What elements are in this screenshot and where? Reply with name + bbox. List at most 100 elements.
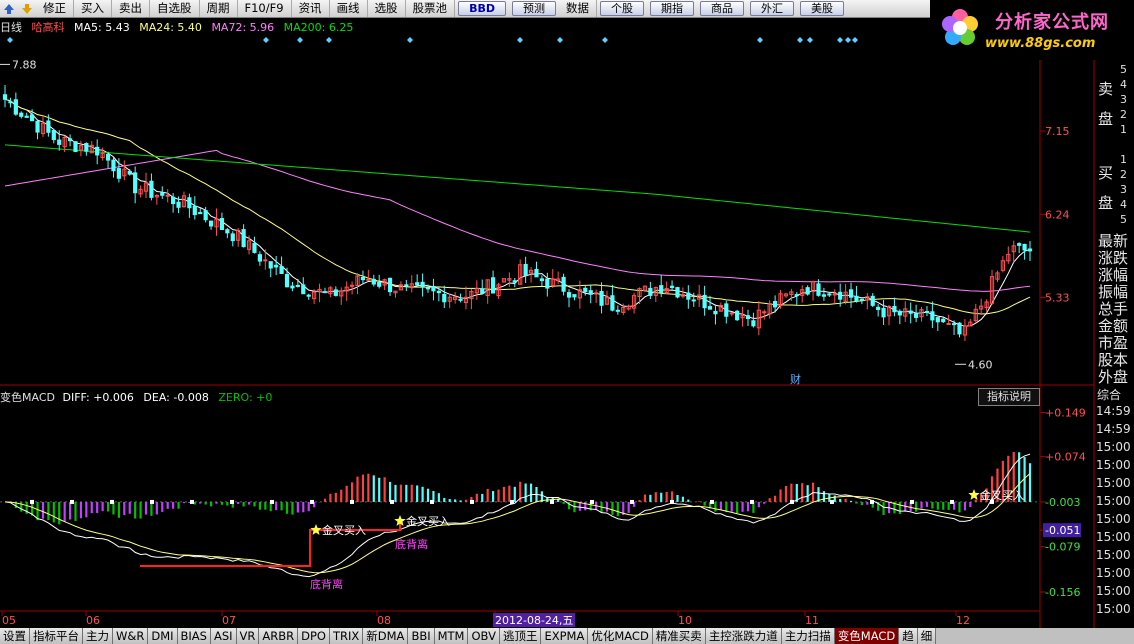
tab-5[interactable]: BIAS [177, 628, 211, 644]
toolbar-f10[interactable]: F10/F9 [238, 0, 292, 17]
candle-body [67, 138, 73, 142]
candle-body [534, 268, 539, 278]
candle-body [892, 305, 897, 313]
toolbar-sell[interactable]: 卖出 [112, 0, 150, 17]
toolbar-news[interactable]: 资讯 [292, 0, 330, 17]
tab-14[interactable]: OBV [468, 628, 500, 644]
candle-body [404, 284, 409, 287]
tab-20[interactable]: 主力扫描 [781, 628, 835, 644]
zero-dot [430, 499, 434, 504]
tab-8[interactable]: ARBR [259, 628, 299, 644]
tab-1[interactable]: 指标平台 [30, 628, 83, 644]
zero-dot [910, 499, 914, 504]
buy-level-2: 2 [1120, 168, 1127, 181]
candle-body [219, 218, 225, 230]
logo-url[interactable]: www.88gs.com [985, 36, 1095, 51]
candle-body [924, 310, 930, 313]
candle-body [268, 261, 273, 269]
sell-level-1: 1 [1120, 123, 1127, 136]
golden-cross-label: 金叉买入 [322, 523, 366, 537]
candle-body [377, 281, 382, 287]
tab-18[interactable]: 精准买卖 [652, 628, 706, 644]
zero-dot [150, 499, 154, 504]
candle-body [870, 295, 875, 306]
candle-body [881, 307, 886, 318]
sell-level-2: 2 [1120, 108, 1127, 121]
back-arrow-icon[interactable] [0, 0, 18, 17]
candle-body [512, 280, 517, 283]
tab-10[interactable]: TRIX [329, 628, 364, 644]
tab-22[interactable]: 趋 [899, 628, 918, 644]
tab-7[interactable]: VR [236, 628, 260, 644]
tick-time: 15:00 [1096, 530, 1131, 544]
tab-4[interactable]: DMI [148, 628, 178, 644]
dea-value: DEA: -0.008 [143, 391, 209, 404]
tab-19[interactable]: 主控涨跌力道 [705, 628, 782, 644]
buy-level-3: 3 [1120, 183, 1127, 196]
candle-body [827, 293, 832, 296]
toolbar-screener[interactable]: 选股 [368, 0, 406, 17]
stock-button[interactable]: 个股 [599, 1, 644, 16]
forecast-button[interactable]: 预测 [511, 1, 556, 16]
divergence-label: 底背离 [395, 537, 428, 551]
zero-dot [70, 499, 74, 504]
time-tick-label: 2012-08-24,五 [495, 614, 573, 627]
bbd-button[interactable]: BBD [458, 1, 506, 16]
candle-body [349, 284, 355, 287]
candle-body [46, 120, 51, 133]
dea-line [4, 473, 1031, 574]
stock-chart-app: 7.15 6.24 5.33 7.88 4.60 财 +0.149 +0.074 -0.003… [0, 0, 1134, 644]
candle-body [946, 322, 951, 325]
zero-dot [510, 499, 514, 504]
time-tick-label: 06 [86, 614, 100, 627]
indicator-name: 变色MACD [0, 391, 55, 404]
macd-lines [4, 453, 1031, 578]
tab-6[interactable]: ASI [210, 628, 237, 644]
ma72-line [4, 149, 1031, 292]
tab-15[interactable]: 逃顶王 [499, 628, 542, 644]
tab-0[interactable]: 设置 [0, 628, 30, 644]
chart-annotations: 金叉买入金叉买入金叉买入底背离底背离 [7, 37, 1024, 591]
tab-13[interactable]: MTM [434, 628, 469, 644]
tab-21[interactable]: 变色MACD [834, 628, 900, 644]
tick-time: 15:00 [1096, 440, 1131, 454]
event-diamond-icon [517, 37, 523, 43]
toolbar-draw[interactable]: 画线 [330, 0, 368, 17]
macd-tick-label: -0.079 [1045, 541, 1080, 554]
toolbar-fix[interactable]: 修正 [36, 0, 74, 17]
time-tick-label: 10 [678, 614, 692, 627]
tab-2[interactable]: 主力 [83, 628, 113, 644]
data-button[interactable]: 数据 [559, 0, 597, 17]
sell-level-5: 5 [1120, 63, 1127, 76]
forward-arrow-icon[interactable] [18, 0, 36, 17]
toolbar-stock-pool[interactable]: 股票池 [406, 0, 456, 17]
ma5-value: MA5: 5.43 [74, 21, 130, 34]
buy-level-1: 1 [1120, 153, 1127, 166]
tab-11[interactable]: 新DMA [363, 628, 409, 644]
golden-cross-label: 金叉买入 [406, 514, 450, 528]
us-stock-button[interactable]: 美股 [799, 1, 844, 16]
tab-16[interactable]: EXPMA [541, 628, 589, 644]
tab-17[interactable]: 优化MACD [588, 628, 653, 644]
tab-3[interactable]: W&R [113, 628, 149, 644]
candle-body [914, 313, 919, 318]
indicator-tab-bar: 设置 指标平台 主力 W&R DMI BIAS ASI VR ARBR DPO TRIX 新DMA BB… [0, 628, 1134, 644]
futures-button[interactable]: 期指 [649, 1, 694, 16]
tab-9[interactable]: DPO [298, 628, 330, 644]
toolbar-watchlist[interactable]: 自选股 [150, 0, 200, 17]
chart-canvas[interactable]: 7.15 6.24 5.33 7.88 4.60 财 +0.149 +0.074 -0.003… [0, 0, 1134, 644]
zero-dot [550, 499, 554, 504]
indicator-help-button[interactable]: 指标说明 [978, 388, 1040, 406]
forex-button[interactable]: 外汇 [749, 1, 794, 16]
candle-body [566, 292, 572, 298]
commodity-button[interactable]: 商品 [699, 1, 744, 16]
candle-body [431, 285, 436, 292]
tab-23[interactable]: 细 [917, 628, 937, 644]
toolbar-period[interactable]: 周期 [200, 0, 238, 17]
sell-level-3: 3 [1120, 93, 1127, 106]
composite-tab[interactable]: 综合 [1097, 386, 1121, 403]
candle-body [149, 180, 154, 198]
toolbar-buy[interactable]: 买入 [74, 0, 112, 17]
tab-12[interactable]: BBI [408, 628, 435, 644]
zero-dot [190, 499, 194, 504]
